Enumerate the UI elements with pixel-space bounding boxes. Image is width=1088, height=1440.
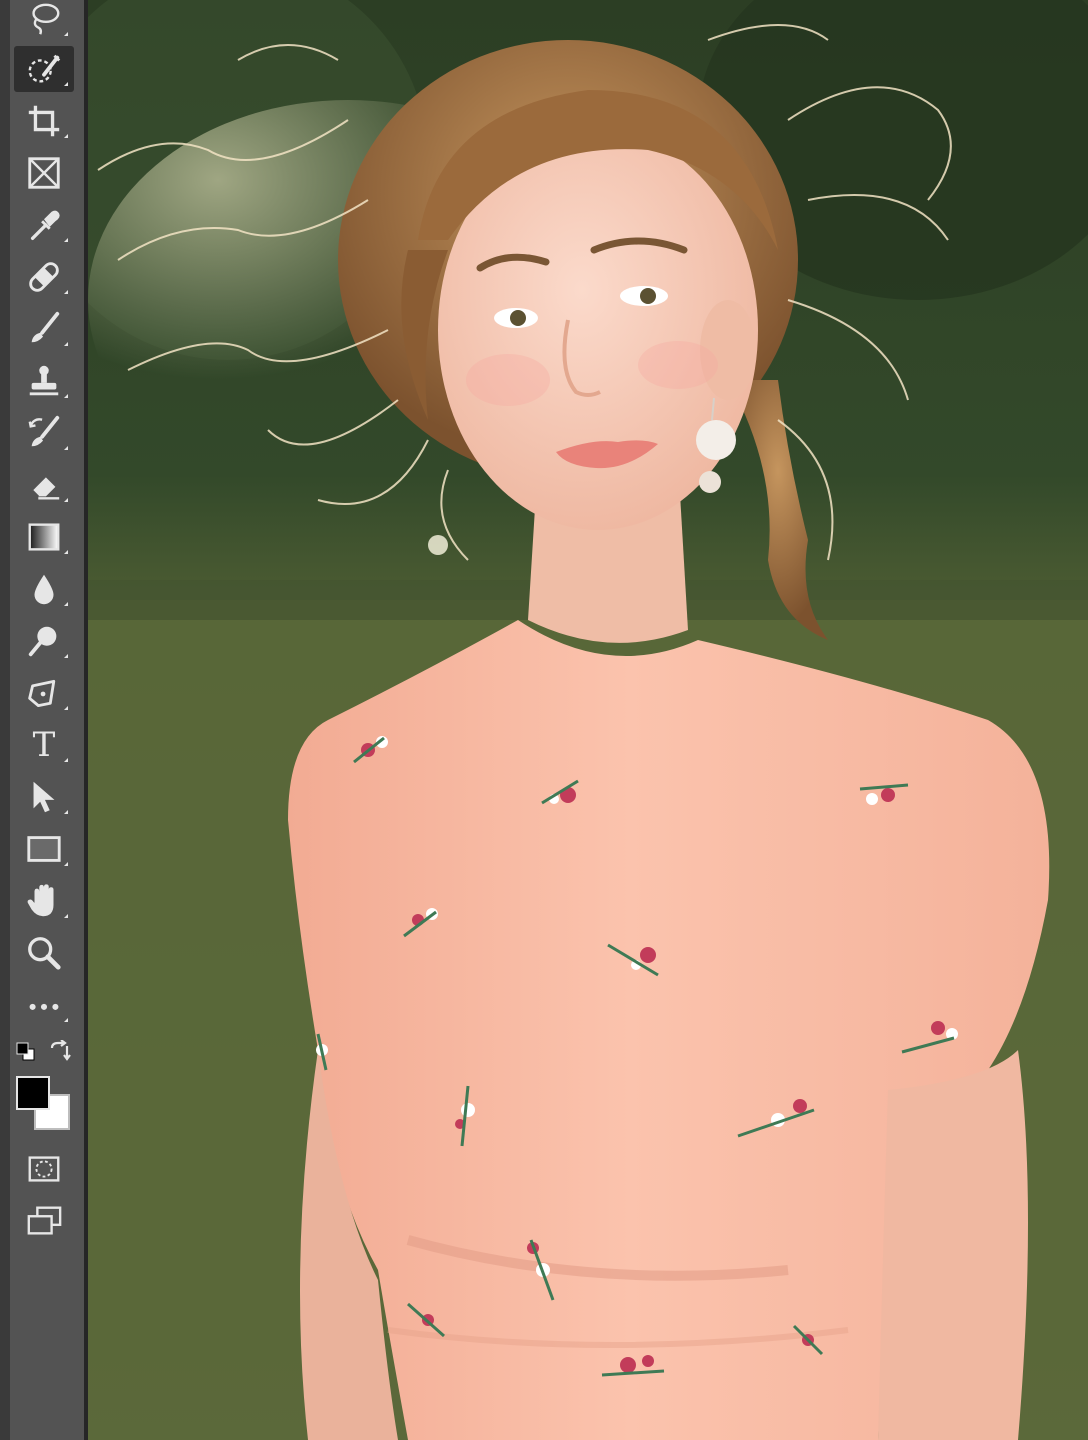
screen-mode[interactable]: [14, 1198, 74, 1244]
pen-tool[interactable]: [14, 670, 74, 716]
quick-selection-icon: [28, 54, 61, 83]
spot-healing-brush-tool[interactable]: [14, 254, 74, 300]
clone-stamp-tool[interactable]: [14, 358, 74, 404]
document-canvas[interactable]: [88, 0, 1088, 1440]
arrow-icon: [33, 781, 55, 813]
hand-icon: [27, 884, 54, 917]
blur-tool[interactable]: [14, 566, 74, 612]
foreground-color-swatch[interactable]: [16, 1076, 50, 1110]
history-brush-icon: [28, 415, 60, 447]
eyedropper-tool[interactable]: [14, 202, 74, 248]
frame-tool[interactable]: [14, 150, 74, 196]
type-tool[interactable]: T: [14, 722, 74, 768]
zoom-icon: [28, 937, 61, 970]
swap-colors-icon[interactable]: [48, 1040, 72, 1062]
brush-icon: [31, 311, 60, 343]
eyedropper-icon: [30, 210, 60, 240]
frame-icon: [28, 157, 60, 189]
drop-icon: [34, 574, 54, 605]
more-icon: [29, 1003, 59, 1010]
bandage-icon: [29, 262, 59, 292]
eraser-icon: [31, 477, 60, 500]
portrait-photo: [88, 0, 1088, 1440]
gradient-tool[interactable]: [14, 514, 74, 560]
zoom-tool[interactable]: [14, 930, 74, 976]
pen-icon: [28, 679, 56, 708]
rectangle-icon: [27, 836, 61, 862]
lasso-tool[interactable]: [14, 0, 74, 42]
brush-tool[interactable]: [14, 306, 74, 352]
path-selection-tool[interactable]: [14, 774, 74, 820]
quick-mask-icon: [28, 1156, 60, 1182]
dodge-tool[interactable]: [14, 618, 74, 664]
rectangle-tool[interactable]: [14, 826, 74, 872]
toolbar-left-edge: [0, 0, 10, 1440]
history-brush-tool[interactable]: [14, 410, 74, 456]
quick-mask-mode[interactable]: [14, 1146, 74, 1192]
type-icon: T: [32, 725, 56, 765]
stamp-icon: [29, 365, 59, 396]
right-arm: [878, 1050, 1028, 1440]
quick-selection-tool[interactable]: [14, 46, 74, 92]
tools-panel: T: [0, 0, 88, 1440]
dodge-icon: [28, 626, 57, 657]
eraser-tool[interactable]: [14, 462, 74, 508]
crop-tool[interactable]: [14, 98, 74, 144]
crop-icon: [28, 105, 60, 137]
screen-mode-icon: [27, 1206, 62, 1235]
lasso-icon: [32, 3, 60, 35]
hand-tool[interactable]: [14, 878, 74, 924]
gradient-icon: [28, 523, 60, 551]
default-colors-icon[interactable]: [16, 1042, 36, 1062]
color-swatches: [14, 1036, 78, 1136]
edit-toolbar[interactable]: [14, 982, 74, 1028]
